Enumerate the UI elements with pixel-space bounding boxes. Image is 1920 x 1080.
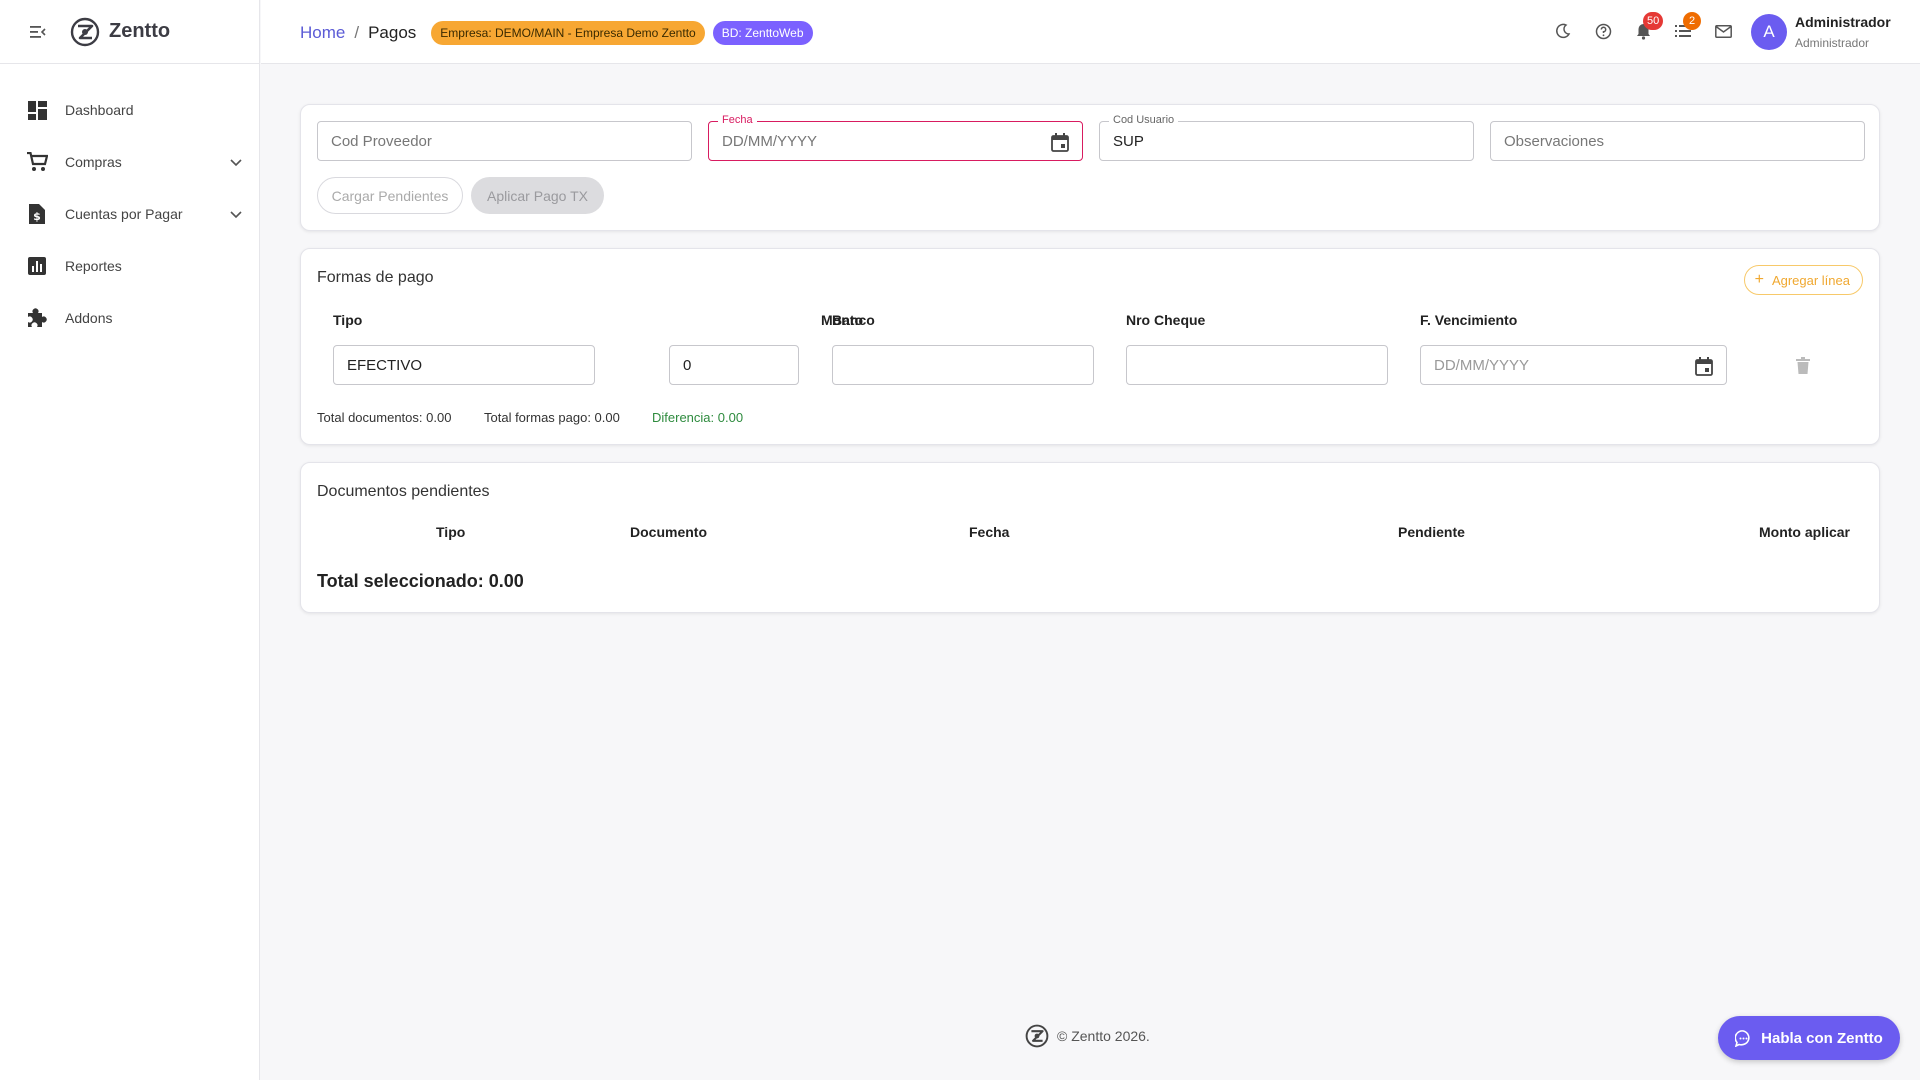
banco-input[interactable]: [833, 346, 1093, 384]
sidebar-item-label: Cuentas por Pagar: [65, 206, 183, 222]
nro-cheque-input[interactable]: [1127, 346, 1387, 384]
agregar-linea-label: Agregar línea: [1771, 272, 1850, 288]
notifications-count-badge: 50: [1643, 12, 1664, 30]
documentos-pendientes-card: Documentos pendientes Tipo Documento Fec…: [300, 462, 1880, 613]
sidebar-item-cuentas-por-pagar[interactable]: $ Cuentas por Pagar: [0, 188, 259, 240]
doc-col-monto-aplicar: Monto aplicar: [1759, 524, 1851, 540]
calendar-icon[interactable]: [1693, 355, 1715, 377]
menu-collapse-icon[interactable]: [28, 22, 48, 42]
footer-copyright: © Zentto 2026.: [1057, 1028, 1150, 1044]
sidebar-item-label: Compras: [65, 154, 122, 170]
delete-row-icon[interactable]: [1793, 355, 1813, 375]
total-seleccionado: Total seleccionado: 0.00: [317, 571, 524, 591]
dark-mode-icon[interactable]: [1553, 21, 1573, 41]
calendar-icon[interactable]: [1049, 131, 1071, 153]
f-vencimiento-field[interactable]: [1420, 345, 1727, 385]
breadcrumb-current: Pagos: [368, 23, 417, 42]
invoice-dollar-icon: $: [26, 203, 48, 225]
observaciones-field[interactable]: [1490, 121, 1865, 161]
cart-icon: [26, 151, 48, 173]
col-tipo: Tipo: [333, 312, 363, 328]
fecha-field[interactable]: Fecha: [708, 114, 1083, 161]
zentto-logo-icon: [70, 17, 100, 46]
dashboard-icon: [26, 99, 48, 121]
puzzle-icon: [26, 307, 48, 329]
user-name: Administrador: [1795, 14, 1891, 30]
cod-usuario-label: Cod Usuario: [1109, 114, 1179, 126]
doc-col-pendiente: Pendiente: [1398, 524, 1465, 540]
sidebar-item-dashboard[interactable]: Dashboard: [0, 84, 259, 136]
tasks-count-badge: 2: [1683, 12, 1701, 30]
tipo-input[interactable]: [334, 346, 594, 384]
top-bar: Home / Pagos Empresa: DEMO/MAIN - Empres…: [261, 0, 1920, 64]
plus-icon: +: [1754, 271, 1764, 288]
formas-pago-title: Formas de pago: [317, 269, 434, 286]
formas-pago-card: Formas de pago + Agregar línea Tipo Mont…: [300, 248, 1880, 445]
notifications-icon[interactable]: 50: [1633, 12, 1664, 41]
sidebar-item-label: Addons: [65, 310, 113, 326]
sidebar-item-label: Reportes: [65, 258, 122, 274]
chat-bubble-icon: [1735, 1029, 1753, 1047]
breadcrumb-home-link[interactable]: Home: [300, 23, 345, 43]
fecha-input[interactable]: [709, 122, 1082, 160]
mail-icon[interactable]: [1713, 21, 1733, 41]
cod-proveedor-field[interactable]: [317, 121, 692, 161]
diferencia: Diferencia: 0.00: [652, 410, 744, 425]
app-name: Zentto: [109, 20, 171, 42]
observaciones-input[interactable]: [1491, 122, 1864, 160]
help-icon[interactable]: [1593, 21, 1613, 41]
cod-usuario-field[interactable]: Cod Usuario: [1099, 114, 1474, 161]
agregar-linea-button[interactable]: + Agregar línea: [1743, 265, 1863, 295]
nro-cheque-field[interactable]: [1126, 345, 1388, 385]
monto-input[interactable]: [670, 346, 798, 384]
sidebar-header: Zentto: [0, 0, 259, 64]
chat-button[interactable]: Habla con Zentto: [1718, 1016, 1900, 1060]
empresa-badge: Empresa: DEMO/MAIN - Empresa Demo Zentto: [431, 21, 705, 45]
app-logo[interactable]: Zentto: [70, 17, 170, 47]
sidebar-item-compras[interactable]: Compras: [0, 136, 259, 188]
doc-col-tipo: Tipo: [436, 524, 466, 540]
cod-usuario-input[interactable]: [1100, 122, 1473, 160]
col-f-vencimiento: F. Vencimiento: [1420, 312, 1518, 328]
documentos-title: Documentos pendientes: [317, 483, 490, 500]
fecha-label: Fecha: [718, 114, 757, 126]
chevron-down-icon: [230, 211, 242, 219]
col-nro-cheque: Nro Cheque: [1126, 312, 1206, 328]
tipo-field[interactable]: [333, 345, 595, 385]
database-badge: BD: ZenttoWeb: [712, 21, 813, 45]
sidebar: Zentto Dashboard Compras $ Cuentas por P…: [0, 0, 260, 1080]
breadcrumb: Home / Pagos Empresa: DEMO/MAIN - Empres…: [300, 21, 813, 45]
f-vencimiento-input[interactable]: [1421, 346, 1726, 384]
total-documentos: Total documentos: 0.00: [317, 410, 452, 425]
zentto-logo-icon: [1025, 1024, 1049, 1048]
chevron-down-icon: [230, 159, 242, 167]
sidebar-nav: Dashboard Compras $ Cuentas por Pagar Re…: [0, 64, 259, 344]
tasks-list-icon[interactable]: 2: [1673, 12, 1701, 41]
sidebar-item-addons[interactable]: Addons: [0, 292, 259, 344]
payment-header-card: Fecha Cod Usuario Cargar Pendientes Apli…: [300, 104, 1880, 231]
footer: © Zentto 2026.: [1025, 1024, 1150, 1048]
user-avatar[interactable]: A: [1751, 14, 1787, 50]
col-banco: Banco: [832, 312, 875, 328]
cod-proveedor-input[interactable]: [318, 122, 691, 160]
banco-field[interactable]: [832, 345, 1094, 385]
sidebar-item-label: Dashboard: [65, 102, 134, 118]
doc-col-fecha: Fecha: [969, 524, 1010, 540]
monto-field[interactable]: [669, 345, 799, 385]
cargar-pendientes-button[interactable]: Cargar Pendientes: [317, 177, 463, 214]
chat-button-label: Habla con Zentto: [1761, 1029, 1883, 1047]
svg-text:$: $: [33, 210, 41, 223]
doc-col-documento: Documento: [630, 524, 707, 540]
bar-chart-icon: [26, 255, 48, 277]
total-formas-pago: Total formas pago: 0.00: [484, 410, 620, 425]
user-role: Administrador: [1795, 36, 1870, 50]
aplicar-pago-button[interactable]: Aplicar Pago TX: [471, 177, 604, 214]
sidebar-item-reportes[interactable]: Reportes: [0, 240, 259, 292]
breadcrumb-separator: /: [354, 23, 360, 42]
